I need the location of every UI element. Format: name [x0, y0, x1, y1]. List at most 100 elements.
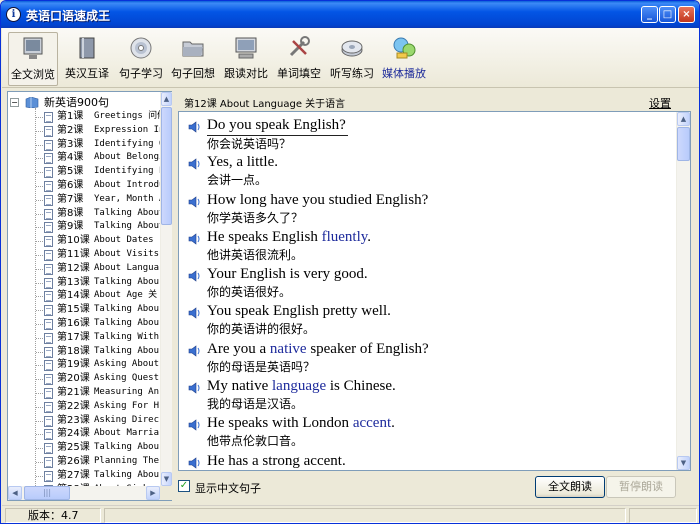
- sentence-item[interactable]: How long have you studied English? 你学英语多久…: [179, 191, 675, 228]
- tree-item-lesson[interactable]: 第5课 Identifying P: [8, 165, 160, 179]
- speaker-icon[interactable]: [188, 270, 202, 282]
- keyword-text[interactable]: language: [272, 378, 326, 394]
- scroll-down-arrow[interactable]: ▼: [161, 472, 172, 486]
- sentence-item[interactable]: Yes, a little. 会讲一点。: [179, 153, 675, 190]
- sentence-item[interactable]: You speak English pretty well. 你的英语讲的很好。: [179, 302, 675, 339]
- tree-item-lesson[interactable]: 第27课 Talking Abou: [8, 469, 160, 483]
- sentence-item[interactable]: He has a strong accent.: [179, 452, 675, 470]
- tool-sentence-study[interactable]: 句子学习: [116, 32, 166, 86]
- keyword-text[interactable]: native: [270, 341, 307, 357]
- scroll-left-arrow[interactable]: ◀: [8, 486, 22, 500]
- lesson-name: Talking Abou: [94, 317, 160, 328]
- sentence-chinese: 会讲一点。: [207, 173, 268, 188]
- speaker-icon[interactable]: [188, 419, 202, 431]
- keyword-text[interactable]: fluently: [322, 229, 368, 245]
- tool-full-text-browse[interactable]: 全文浏览: [8, 32, 58, 86]
- scroll-thumb[interactable]: [677, 127, 690, 161]
- tree-item-lesson[interactable]: 第18课 Talking Abou: [8, 345, 160, 359]
- tree-item-lesson[interactable]: 第7课 Year, Month A: [8, 193, 160, 207]
- tool-follow-read-compare[interactable]: 跟读对比: [221, 32, 271, 86]
- tree-item-lesson[interactable]: 第4课 About Belongi: [8, 151, 160, 165]
- sentence-item[interactable]: Your English is very good. 你的英语很好。: [179, 265, 675, 302]
- scroll-thumb[interactable]: [161, 107, 172, 225]
- speaker-icon[interactable]: [188, 457, 202, 469]
- tool-en-zh-translate[interactable]: 英汉互译: [62, 32, 112, 86]
- minimize-button[interactable]: _: [641, 6, 658, 23]
- scroll-corner: [160, 486, 172, 500]
- tree-item-lesson[interactable]: 第25课 Talking Abou: [8, 441, 160, 455]
- tree-item-lesson[interactable]: 第14课 About Age 关: [8, 289, 160, 303]
- tree-item-lesson[interactable]: 第16课 Talking Abou: [8, 317, 160, 331]
- tree-branch-line: [36, 351, 43, 353]
- tool-media-play[interactable]: 媒体播放: [379, 32, 429, 86]
- tree-item-lesson[interactable]: 第21课 Measuring An: [8, 386, 160, 400]
- tree-item-lesson[interactable]: 第10课 About Dates: [8, 234, 160, 248]
- scroll-down-arrow[interactable]: ▼: [677, 456, 690, 470]
- lesson-number: 第19课: [57, 359, 90, 371]
- tool-dictation-practice[interactable]: 听写练习: [327, 32, 377, 86]
- sentence-item[interactable]: He speaks English fluently. 他讲英语很流利。: [179, 228, 675, 265]
- show-chinese-label[interactable]: 显示中文句子: [195, 480, 261, 496]
- document-icon: [44, 139, 53, 151]
- tree-root[interactable]: − 新英语900句: [10, 94, 109, 109]
- scroll-up-arrow[interactable]: ▲: [161, 92, 172, 106]
- sentence-item[interactable]: Do you speak English? 你会说英语吗？: [179, 116, 675, 153]
- tree-item-lesson[interactable]: 第1课 Greetings 问候: [8, 110, 160, 124]
- keyword-text[interactable]: accent: [353, 415, 391, 431]
- speaker-icon[interactable]: [188, 345, 202, 357]
- speaker-icon[interactable]: [188, 307, 202, 320]
- scroll-right-arrow[interactable]: ▶: [146, 486, 160, 500]
- tree-item-lesson[interactable]: 第24课 About Marria: [8, 427, 160, 441]
- speaker-icon[interactable]: [188, 121, 202, 133]
- tree-item-lesson[interactable]: 第8课 Talking About: [8, 207, 160, 221]
- tree-vertical-scrollbar[interactable]: ▲ ▼: [160, 92, 172, 486]
- tree-branch-line: [36, 117, 43, 118]
- lesson-number: 第20课: [57, 373, 90, 385]
- speaker-icon[interactable]: [188, 195, 202, 208]
- tool-sentence-recall[interactable]: 句子回想: [168, 32, 218, 86]
- tree-item-lesson[interactable]: 第13课 Talking Abou: [8, 276, 160, 290]
- tool-word-fill-blank[interactable]: 单词填空: [274, 32, 324, 86]
- tree-item-lesson[interactable]: 第20课 Asking Quest: [8, 372, 160, 386]
- tree-item-lesson[interactable]: 第6课 About Introdu: [8, 179, 160, 193]
- speaker-icon[interactable]: [188, 158, 202, 170]
- sentence-item[interactable]: My native language is Chinese. 我的母语是汉语。: [179, 377, 675, 414]
- scroll-up-arrow[interactable]: ▲: [677, 112, 690, 126]
- tree-item-lesson[interactable]: 第19课 Asking About: [8, 358, 160, 372]
- lesson-number: 第18课: [57, 345, 90, 357]
- tree-item-lesson[interactable]: 第11课 About Visits: [8, 248, 160, 262]
- sentence-text: Do you speak English?: [207, 117, 346, 133]
- lesson-number: 第12课: [57, 262, 90, 274]
- settings-link[interactable]: 设置: [649, 95, 671, 111]
- sentence-text: speaker of English?: [306, 340, 429, 357]
- collapse-icon[interactable]: −: [10, 97, 19, 107]
- lesson-name: Identifying O: [94, 138, 160, 149]
- tree-item-lesson[interactable]: 第26课 Planning The: [8, 455, 160, 469]
- speaker-icon[interactable]: [188, 233, 202, 245]
- tree-item-lesson[interactable]: 第22课 Asking For H: [8, 400, 160, 414]
- sentence-item[interactable]: He speaks with London accent. 他带点伦敦口音。: [179, 414, 675, 451]
- tree-item-lesson[interactable]: 第23课 Asking Direc: [8, 414, 160, 428]
- lesson-number: 第2课: [57, 124, 84, 136]
- tree-item-lesson[interactable]: 第17课 Talking With: [8, 331, 160, 345]
- tree-item-lesson[interactable]: 第3课 Identifying O: [8, 138, 160, 152]
- lesson-number: 第7课: [57, 193, 84, 205]
- scroll-thumb[interactable]: |||: [24, 486, 70, 500]
- lesson-tree[interactable]: − 新英语900句 第1课 Greetings 问候 第2课 Expression I…: [8, 92, 160, 486]
- lesson-number: 第10课: [57, 235, 90, 247]
- tree-horizontal-scrollbar[interactable]: ◀ ||| ▶: [8, 486, 160, 500]
- close-button[interactable]: ×: [678, 6, 695, 23]
- tree-item-lesson[interactable]: 第2课 Expression In: [8, 124, 160, 138]
- content-vertical-scrollbar[interactable]: ▲ ▼: [676, 112, 690, 470]
- title-bar[interactable]: i 英语口语速成王 _ □ ×: [1, 1, 699, 28]
- maximize-button[interactable]: □: [659, 6, 676, 23]
- sentence-item[interactable]: Are you a native speaker of English? 你的母语…: [179, 340, 675, 377]
- pause-read-button[interactable]: 暂停朗读: [606, 476, 676, 498]
- tree-item-lesson[interactable]: 第12课 About Langua: [8, 262, 160, 276]
- speaker-icon[interactable]: [188, 382, 202, 394]
- read-all-button[interactable]: 全文朗读: [535, 476, 605, 498]
- tree-item-lesson[interactable]: 第15课 Talking Abou: [8, 303, 160, 317]
- tree-item-lesson[interactable]: 第9课 Talking About: [8, 220, 160, 234]
- lesson-number: 第22课: [57, 400, 90, 412]
- show-chinese-checkbox[interactable]: ✓: [178, 480, 190, 492]
